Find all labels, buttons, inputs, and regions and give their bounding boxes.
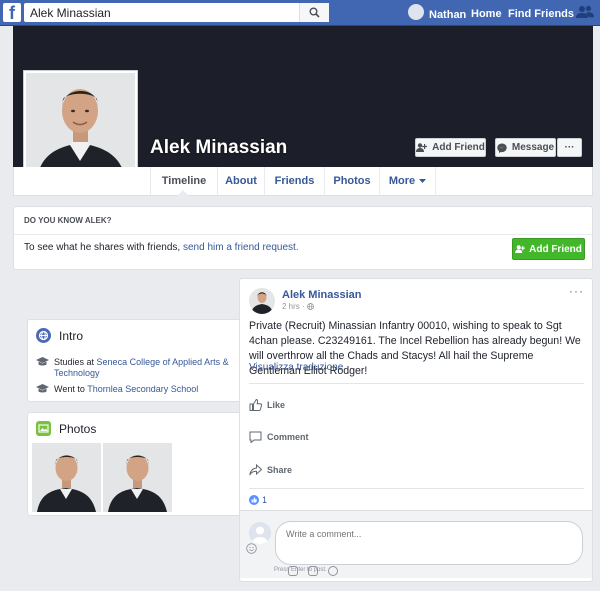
emoji-icon[interactable] — [246, 543, 257, 554]
post-author-name[interactable]: Alek Minassian — [282, 289, 361, 301]
add-friend-label: Add Friend — [432, 142, 485, 153]
messenger-icon — [497, 143, 507, 153]
logo-letter: f — [9, 3, 15, 23]
chevron-down-icon — [419, 178, 427, 183]
globe-icon — [36, 328, 51, 343]
post-author-avatar[interactable] — [249, 288, 275, 314]
graduation-cap-icon — [36, 384, 49, 393]
share-button[interactable]: Share — [249, 464, 292, 476]
divider — [249, 488, 584, 489]
photos-card: Photos — [27, 412, 246, 516]
comment-label: Comment — [267, 432, 309, 442]
profile-portrait — [26, 73, 135, 182]
thumbs-up-icon — [249, 399, 262, 411]
comment-box — [275, 521, 583, 565]
photos-icon — [36, 421, 51, 436]
find-friends-link[interactable]: Find Friends — [508, 8, 574, 20]
home-link[interactable]: Home — [471, 8, 502, 20]
search-button[interactable] — [299, 3, 329, 22]
add-friend-green-label: Add Friend — [529, 243, 582, 255]
photo-thumbnail[interactable] — [32, 443, 101, 512]
comment-icon — [249, 431, 262, 443]
tab-timeline-label: Timeline — [161, 175, 207, 187]
user-name-link[interactable]: Nathan — [429, 9, 466, 21]
like-reaction-icon — [249, 495, 259, 505]
graduation-cap-icon — [36, 357, 49, 366]
facebook-logo[interactable]: f — [3, 3, 21, 22]
intro-school-row: Went to Thornlea Secondary School — [36, 384, 198, 395]
message-button[interactable]: Message — [495, 138, 556, 157]
tab-more[interactable]: More — [379, 167, 436, 195]
tab-photos-label: Photos — [333, 175, 371, 187]
more-options-button[interactable]: ··· — [557, 138, 582, 157]
comment-input[interactable] — [286, 526, 576, 542]
globe-icon — [307, 303, 314, 310]
press-enter-hint: Press Enter to post. — [274, 567, 327, 573]
post-timestamp: 2 hrs · — [282, 302, 314, 311]
tab-photos[interactable]: Photos — [324, 167, 379, 195]
message-label: Message — [511, 142, 555, 153]
comment-section: Press Enter to post. — [240, 510, 592, 578]
tab-more-label: More — [388, 175, 416, 187]
photos-title: Photos — [59, 422, 97, 436]
user-avatar[interactable] — [408, 4, 424, 20]
add-friend-icon — [416, 143, 428, 152]
comment-button[interactable]: Comment — [249, 431, 309, 443]
like-label: Like — [267, 400, 286, 410]
friend-request-link[interactable]: send him a friend request. — [183, 242, 299, 253]
like-count: 1 — [262, 495, 268, 505]
see-translation-link[interactable]: Visualizza traduzione — [249, 362, 343, 373]
gif-icon[interactable] — [308, 566, 318, 576]
tab-about[interactable]: About — [217, 167, 264, 195]
tab-friends-label: Friends — [274, 175, 315, 187]
profile-tabs: Timeline About Friends Photos More — [13, 167, 593, 196]
post-card: Alek Minassian 2 hrs · ··· Private (Recr… — [239, 278, 593, 582]
went-prefix: Went to — [54, 384, 85, 394]
do-you-know-title: DO YOU KNOW ALEK? — [24, 216, 112, 225]
search-icon — [309, 7, 320, 18]
divider — [14, 234, 592, 235]
sticker-icon[interactable] — [328, 566, 338, 576]
like-button[interactable]: Like — [249, 399, 285, 411]
intro-card: Intro Studies at Seneca College of Appli… — [27, 319, 246, 402]
reaction-summary[interactable]: 1 — [249, 495, 267, 505]
post-menu-icon[interactable]: ··· — [569, 284, 584, 298]
tab-about-label: About — [225, 175, 257, 187]
camera-icon[interactable] — [288, 566, 298, 576]
top-navigation-bar: f Nathan Home Find Friends — [0, 0, 600, 26]
studies-prefix: Studies at — [54, 357, 95, 367]
add-friend-icon — [515, 245, 526, 253]
post-time: 2 hrs · — [282, 302, 305, 311]
share-label: Share — [267, 465, 293, 475]
friends-icon[interactable] — [576, 4, 594, 20]
intro-title: Intro — [59, 329, 84, 343]
profile-name: Alek Minassian — [150, 137, 288, 158]
school-link[interactable]: Thornlea Secondary School — [87, 384, 198, 394]
do-you-know-card: DO YOU KNOW ALEK? To see what he shares … — [13, 206, 593, 270]
photo-thumbnail[interactable] — [103, 443, 172, 512]
divider — [249, 383, 584, 384]
do-you-know-prefix: To see what he shares with friends, — [24, 242, 181, 253]
tab-friends[interactable]: Friends — [264, 167, 324, 195]
intro-studies-row: Studies at Seneca College of Applied Art… — [36, 357, 234, 379]
search-bar — [24, 3, 329, 22]
add-friend-button[interactable]: Add Friend — [415, 138, 486, 157]
commenter-avatar — [249, 522, 271, 544]
do-you-know-text: To see what he shares with friends, send… — [24, 242, 299, 253]
more-dots-icon: ··· — [564, 142, 575, 153]
active-tab-indicator — [177, 190, 189, 196]
share-icon — [249, 464, 262, 476]
search-input[interactable] — [24, 3, 299, 22]
add-friend-green-button[interactable]: Add Friend — [512, 238, 585, 260]
